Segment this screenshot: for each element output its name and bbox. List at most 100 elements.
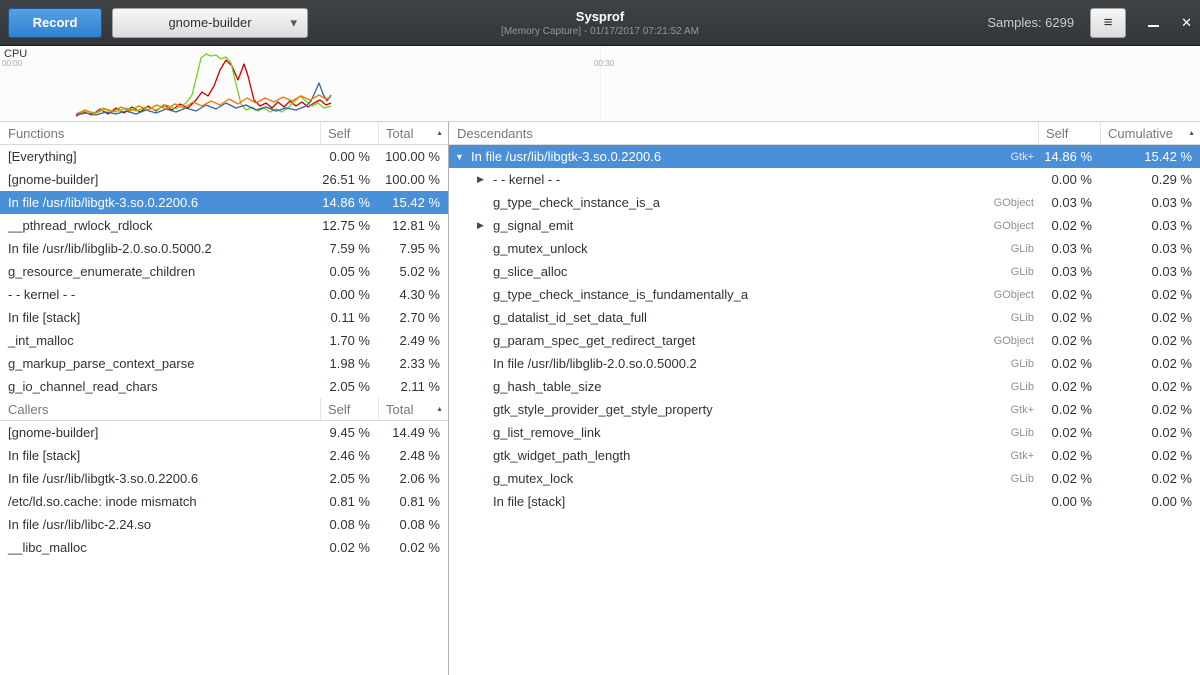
descendants-self-column-header[interactable]: Self <box>1038 122 1100 144</box>
function-name: g_resource_enumerate_children <box>0 264 320 279</box>
table-row[interactable]: In file [stack] 0.00 % 0.00 % <box>449 490 1200 513</box>
tree-indent <box>455 478 477 479</box>
total-percent: 4.30 % <box>378 287 448 302</box>
total-percent: 12.81 % <box>378 218 448 233</box>
table-row[interactable]: __pthread_rwlock_rdlock 12.75 % 12.81 % <box>0 214 448 237</box>
cpu-graph[interactable]: CPU 00:00 00:30 <box>0 46 1200 122</box>
table-row[interactable]: g_datalist_id_set_data_full GLib 0.02 % … <box>449 306 1200 329</box>
table-row[interactable]: - - kernel - - 0.00 % 4.30 % <box>0 283 448 306</box>
table-row[interactable]: g_io_channel_read_chars 2.05 % 2.11 % <box>0 375 448 398</box>
descendant-name: gtk_widget_path_length <box>493 448 630 463</box>
descendants-column-header[interactable]: Descendants <box>449 126 1038 141</box>
headerbar: Record gnome-builder ▾ Sysprof [Memory C… <box>0 0 1200 46</box>
self-percent: 2.05 % <box>320 379 378 394</box>
function-name: g_io_channel_read_chars <box>0 379 320 394</box>
table-row[interactable]: g_hash_table_size GLib 0.02 % 0.02 % <box>449 375 1200 398</box>
functions-self-column-header[interactable]: Self <box>320 122 378 144</box>
callers-total-column-header[interactable]: Total ▲ <box>378 398 448 420</box>
table-row[interactable]: [gnome-builder] 26.51 % 100.00 % <box>0 168 448 191</box>
table-row[interactable]: In file /usr/lib/libgtk-3.so.0.2200.6 2.… <box>0 467 448 490</box>
expander-icon[interactable]: ▶ <box>477 220 493 231</box>
self-percent: 1.98 % <box>320 356 378 371</box>
process-selector-label: gnome-builder <box>168 15 251 30</box>
descendants-cumulative-column-header[interactable]: Cumulative ▲ <box>1100 122 1200 144</box>
table-row[interactable]: g_param_spec_get_redirect_target GObject… <box>449 329 1200 352</box>
process-selector-dropdown[interactable]: gnome-builder ▾ <box>112 8 308 38</box>
library-badge: GLib <box>968 312 1038 324</box>
caller-name: In file /usr/lib/libc-2.24.so <box>0 517 320 532</box>
table-row[interactable]: ▼ In file /usr/lib/libgtk-3.so.0.2200.6 … <box>449 145 1200 168</box>
tree-indent <box>455 179 477 180</box>
total-percent: 2.06 % <box>378 471 448 486</box>
left-pane-empty-area <box>0 559 448 675</box>
tree-indent <box>455 363 477 364</box>
table-row[interactable]: [gnome-builder] 9.45 % 14.49 % <box>0 421 448 444</box>
table-row[interactable]: g_type_check_instance_is_a GObject 0.03 … <box>449 191 1200 214</box>
table-row[interactable]: gtk_style_provider_get_style_property Gt… <box>449 398 1200 421</box>
descendant-name: - - kernel - - <box>493 172 560 187</box>
table-row[interactable]: ▶ - - kernel - - 0.00 % 0.29 % <box>449 168 1200 191</box>
cumulative-percent: 0.03 % <box>1100 264 1200 279</box>
descendant-name: g_mutex_lock <box>493 471 573 486</box>
table-row[interactable]: g_markup_parse_context_parse 1.98 % 2.33… <box>0 352 448 375</box>
cumulative-percent: 15.42 % <box>1100 149 1200 164</box>
self-percent: 0.02 % <box>1038 471 1100 486</box>
table-row[interactable]: gtk_widget_path_length Gtk+ 0.02 % 0.02 … <box>449 444 1200 467</box>
minimize-button[interactable] <box>1148 13 1159 32</box>
callers-self-column-header[interactable]: Self <box>320 398 378 420</box>
library-badge: GObject <box>968 220 1038 232</box>
caller-name: In file /usr/lib/libgtk-3.so.0.2200.6 <box>0 471 320 486</box>
table-row[interactable]: /etc/ld.so.cache: inode mismatch 0.81 % … <box>0 490 448 513</box>
expander-icon[interactable]: ▶ <box>477 174 493 185</box>
function-name: __pthread_rwlock_rdlock <box>0 218 320 233</box>
table-row[interactable]: In file /usr/lib/libglib-2.0.so.0.5000.2… <box>449 352 1200 375</box>
total-percent: 0.81 % <box>378 494 448 509</box>
table-row[interactable]: In file /usr/lib/libc-2.24.so 0.08 % 0.0… <box>0 513 448 536</box>
table-row[interactable]: g_type_check_instance_is_fundamentally_a… <box>449 283 1200 306</box>
table-row[interactable]: ▶ g_signal_emit GObject 0.02 % 0.03 % <box>449 214 1200 237</box>
total-percent: 2.70 % <box>378 310 448 325</box>
self-percent: 2.46 % <box>320 448 378 463</box>
function-name: g_markup_parse_context_parse <box>0 356 320 371</box>
cpu-chart-svg <box>0 46 1200 122</box>
cumulative-percent: 0.03 % <box>1100 241 1200 256</box>
library-badge: GObject <box>968 335 1038 347</box>
self-percent: 0.02 % <box>1038 310 1100 325</box>
table-row[interactable]: g_list_remove_link GLib 0.02 % 0.02 % <box>449 421 1200 444</box>
functions-column-header[interactable]: Functions <box>0 126 320 141</box>
table-row[interactable]: _int_malloc 1.70 % 2.49 % <box>0 329 448 352</box>
table-row[interactable]: In file /usr/lib/libgtk-3.so.0.2200.6 14… <box>0 191 448 214</box>
function-name: In file /usr/lib/libglib-2.0.so.0.5000.2 <box>0 241 320 256</box>
cumulative-percent: 0.03 % <box>1100 195 1200 210</box>
functions-table-header: Functions Self Total ▲ <box>0 122 448 145</box>
callers-table-header: Callers Self Total ▲ <box>0 398 448 421</box>
right-pane-empty-area <box>449 513 1200 675</box>
table-row[interactable]: g_mutex_unlock GLib 0.03 % 0.03 % <box>449 237 1200 260</box>
table-row[interactable]: g_mutex_lock GLib 0.02 % 0.02 % <box>449 467 1200 490</box>
tree-indent <box>455 248 477 249</box>
self-percent: 0.02 % <box>1038 425 1100 440</box>
table-row[interactable]: g_slice_alloc GLib 0.03 % 0.03 % <box>449 260 1200 283</box>
hamburger-menu-button[interactable]: ≡ <box>1090 8 1126 38</box>
table-row[interactable]: [Everything] 0.00 % 100.00 % <box>0 145 448 168</box>
table-row[interactable]: In file /usr/lib/libglib-2.0.so.0.5000.2… <box>0 237 448 260</box>
table-row[interactable]: In file [stack] 0.11 % 2.70 % <box>0 306 448 329</box>
caller-name: [gnome-builder] <box>0 425 320 440</box>
column-label: Cumulative <box>1108 126 1173 141</box>
caller-name: /etc/ld.so.cache: inode mismatch <box>0 494 320 509</box>
library-badge: GObject <box>968 197 1038 209</box>
descendant-name: g_signal_emit <box>493 218 573 233</box>
record-button[interactable]: Record <box>8 8 102 38</box>
table-row[interactable]: g_resource_enumerate_children 0.05 % 5.0… <box>0 260 448 283</box>
callers-column-header[interactable]: Callers <box>0 402 320 417</box>
close-button[interactable]: ✕ <box>1181 15 1192 31</box>
expander-icon[interactable]: ▼ <box>455 152 471 162</box>
descendants-table-body: ▼ In file /usr/lib/libgtk-3.so.0.2200.6 … <box>449 145 1200 513</box>
table-row[interactable]: In file [stack] 2.46 % 2.48 % <box>0 444 448 467</box>
column-label: Total <box>386 126 413 141</box>
functions-total-column-header[interactable]: Total ▲ <box>378 122 448 144</box>
self-percent: 12.75 % <box>320 218 378 233</box>
table-row[interactable]: __libc_malloc 0.02 % 0.02 % <box>0 536 448 559</box>
self-percent: 0.03 % <box>1038 241 1100 256</box>
self-percent: 0.02 % <box>1038 379 1100 394</box>
